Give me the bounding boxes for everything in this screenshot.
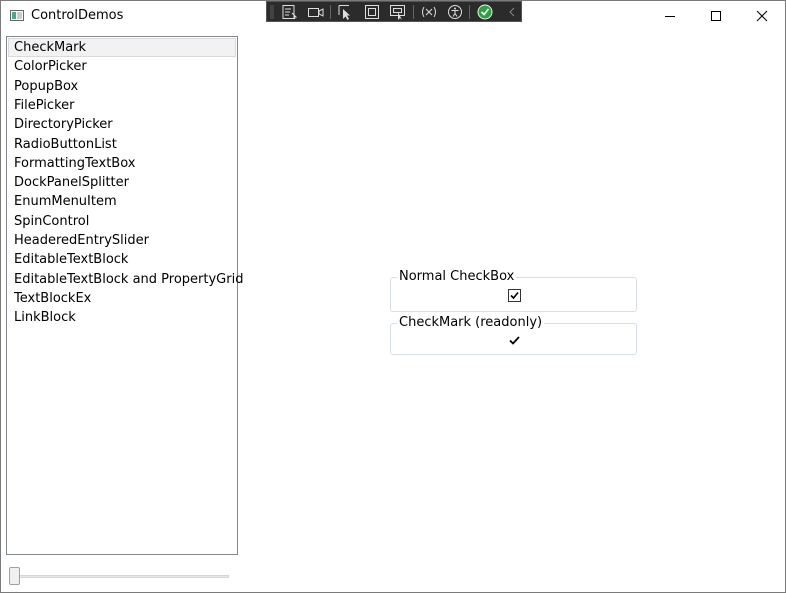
slider-thumb[interactable] [9,567,20,585]
collapse-icon [509,7,515,17]
list-item[interactable]: HeaderedEntrySlider [8,231,236,250]
close-icon [756,10,768,22]
list-item[interactable]: EditableTextBlock [8,250,236,269]
binding-check-button[interactable] [476,4,494,20]
readonly-checkmark-group: CheckMark (readonly) [390,315,637,355]
display-layout-adorners-icon [365,5,379,19]
hot-reload-button[interactable] [420,4,438,20]
collapse-toolbar-button[interactable] [504,4,522,20]
group-header: Normal CheckBox [397,269,517,285]
zoom-slider[interactable] [9,566,231,586]
minimize-button[interactable] [647,1,693,31]
maximize-button[interactable] [693,1,739,31]
xaml-devtools-toolbar [266,1,522,22]
accessibility-checker-button[interactable] [446,4,464,20]
group-header: CheckMark (readonly) [397,315,545,331]
track-focus-button[interactable] [389,4,407,20]
live-visual-tree-icon [282,5,298,20]
demo-list[interactable]: CheckMark ColorPicker PopupBox FilePicker Di… [6,36,243,555]
list-item[interactable]: DirectoryPicker [8,115,236,134]
checkmark-icon [509,336,520,345]
accessibility-icon [448,5,462,19]
drag-grip-icon[interactable] [270,5,274,19]
close-button[interactable] [739,1,785,31]
video-icon [308,8,324,17]
readonly-checkmark [508,334,521,347]
check-icon [477,4,493,20]
app-window: ControlDemos CheckMark ColorPicker Popup… [0,0,786,593]
display-layout-adorners-button[interactable] [363,4,381,20]
list-item[interactable]: RadioButtonList [8,135,236,154]
list-item[interactable]: EditableTextBlock and PropertyGrid [8,270,243,289]
record-video-button[interactable] [307,4,325,20]
hot-reload-icon [422,6,436,18]
track-focus-icon [390,5,405,20]
select-element-button[interactable] [337,4,355,20]
minimize-icon [665,16,675,17]
normal-checkbox-group: Normal CheckBox [390,269,637,312]
list-item[interactable]: EnumMenuItem [8,192,236,211]
toolbar-separator [413,5,414,19]
normal-checkbox[interactable] [508,289,521,302]
window-title: ControlDemos [31,8,124,23]
list-item[interactable]: ColorPicker [8,57,236,76]
checkmark-icon [510,291,519,300]
list-item[interactable]: FormattingTextBox [8,154,236,173]
maximize-icon [711,11,721,21]
select-element-icon [338,5,350,20]
live-visual-tree-button[interactable] [281,4,299,20]
list-item[interactable]: SpinControl [8,212,236,231]
toolbar-separator [330,5,331,19]
list-item[interactable]: PopupBox [8,77,236,96]
app-icon [10,10,24,21]
list-item[interactable]: FilePicker [8,96,236,115]
list-item[interactable]: TextBlockEx [8,289,236,308]
slider-track[interactable] [11,575,229,578]
list-item[interactable]: DockPanelSplitter [8,173,236,192]
list-item[interactable]: LinkBlock [8,308,236,327]
list-item[interactable]: CheckMark [8,38,236,57]
toolbar-separator [469,5,470,19]
